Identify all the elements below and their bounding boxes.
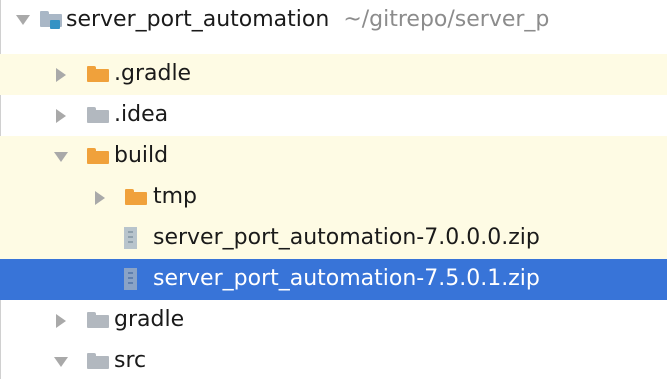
project-name: server_port_automation [66,7,330,32]
collapsed-arrow-icon[interactable] [95,191,105,205]
tree-node-tmp[interactable]: tmp [0,177,667,218]
tree-node-label: tmp [153,184,198,209]
excluded-folder-icon [87,66,109,82]
tree-node-label: gradle [114,307,185,332]
zip-archive-icon [124,268,137,290]
tree-node-label: server_port_automation-7.5.0.1.zip [153,266,540,291]
tree-node-gradle[interactable]: gradle [0,300,667,341]
tree-node-gradle-cache[interactable]: .gradle [0,54,667,95]
expanded-arrow-icon[interactable] [54,152,68,162]
collapsed-arrow-icon[interactable] [56,314,66,328]
expanded-arrow-icon[interactable] [16,15,30,25]
tree-node-idea[interactable]: .idea [0,95,667,136]
folder-icon [87,107,109,123]
tree-node-src[interactable]: src [0,341,667,382]
expanded-arrow-icon[interactable] [54,357,68,367]
tree-node-zip-7501[interactable]: server_port_automation-7.5.0.1.zip [0,259,667,300]
folder-icon [87,312,109,328]
project-path: ~/gitrepo/server_p [343,7,550,32]
tree-node-zip-7000[interactable]: server_port_automation-7.0.0.0.zip [0,218,667,259]
tree-node-label: build [114,143,169,168]
tree-node-label: .idea [114,102,169,127]
excluded-folder-icon [87,148,109,164]
tree-node-build[interactable]: build [0,136,667,177]
tree-node-label: server_port_automation ~/gitrepo/server_p [66,7,549,32]
module-folder-icon [40,11,62,29]
tree-node-label: .gradle [114,61,192,86]
tree-node-label: server_port_automation-7.0.0.0.zip [153,225,540,250]
tree-node-root[interactable]: server_port_automation ~/gitrepo/server_p [0,0,667,41]
tree-node-label: src [114,348,147,373]
collapsed-arrow-icon[interactable] [56,68,66,82]
collapsed-arrow-icon[interactable] [56,109,66,123]
excluded-folder-icon [125,189,147,205]
zip-archive-icon [124,227,137,249]
folder-icon [87,353,109,369]
